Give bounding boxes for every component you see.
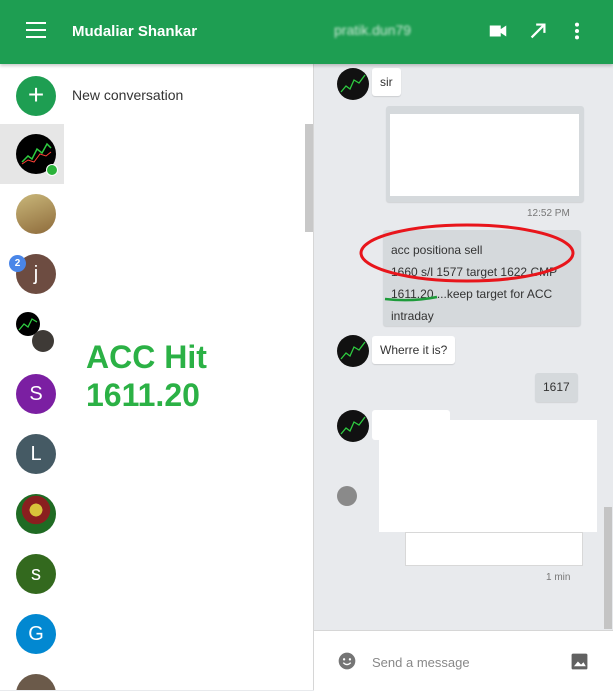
avatar	[16, 674, 56, 690]
message-attachment	[390, 114, 579, 196]
compose-bar	[314, 630, 613, 691]
avatar: s	[16, 554, 56, 594]
conversation-item[interactable]	[0, 124, 313, 184]
message-timestamp: 12:52 PM	[527, 208, 570, 219]
outgoing-message: 1617	[535, 373, 578, 402]
conversation-item[interactable]	[0, 484, 313, 544]
message-attachment	[405, 532, 583, 566]
conversation-sidebar: + New conversation j 2 S L s G ACC Hit 1…	[0, 64, 314, 690]
message-timestamp: 1 min	[546, 572, 571, 583]
avatar: G	[16, 614, 56, 654]
incoming-message: sir	[372, 68, 401, 96]
group-avatar-image	[32, 330, 54, 352]
overlay-annotation: ACC Hit 1611.20	[86, 339, 207, 413]
new-conversation-label: New conversation	[72, 87, 184, 103]
outgoing-message	[386, 106, 584, 202]
avatar	[16, 494, 56, 534]
contact-avatar	[337, 410, 369, 442]
conversation-item[interactable]	[0, 184, 313, 244]
expand-icon[interactable]	[527, 20, 549, 42]
emoji-icon[interactable]	[337, 651, 357, 671]
avatar	[16, 194, 56, 234]
avatar: S	[16, 374, 56, 414]
video-call-icon[interactable]	[487, 20, 509, 42]
chat-scrollbar[interactable]	[604, 507, 612, 629]
conversation-item[interactable]: s	[0, 544, 313, 604]
conversation-item[interactable]: j 2	[0, 244, 313, 304]
redacted-block	[379, 420, 597, 532]
chat-title: pratik.dun79	[334, 22, 412, 38]
app-title: Mudaliar Shankar	[72, 23, 198, 40]
contact-avatar	[337, 68, 369, 100]
incoming-message: Wherre it is?	[372, 336, 456, 364]
sidebar-scrollbar[interactable]	[305, 124, 313, 232]
unread-badge: 2	[9, 255, 26, 272]
add-icon: +	[16, 76, 56, 116]
contact-avatar	[337, 335, 369, 367]
avatar: L	[16, 434, 56, 474]
online-status-dot	[46, 164, 58, 176]
conversation-item[interactable]: G	[0, 604, 313, 664]
new-conversation-button[interactable]: + New conversation	[0, 64, 313, 126]
more-vert-icon[interactable]	[566, 20, 588, 42]
message-input[interactable]	[370, 651, 564, 673]
conversation-item[interactable]: L	[0, 424, 313, 484]
image-icon[interactable]	[570, 652, 589, 671]
app-header: Mudaliar Shankar pratik.dun79	[0, 0, 613, 64]
conversation-item[interactable]	[0, 664, 313, 690]
outgoing-message: acc positiona sell 1660 s/l 1577 target …	[383, 230, 581, 326]
menu-icon[interactable]	[26, 22, 46, 38]
read-receipt-avatar	[337, 486, 357, 506]
